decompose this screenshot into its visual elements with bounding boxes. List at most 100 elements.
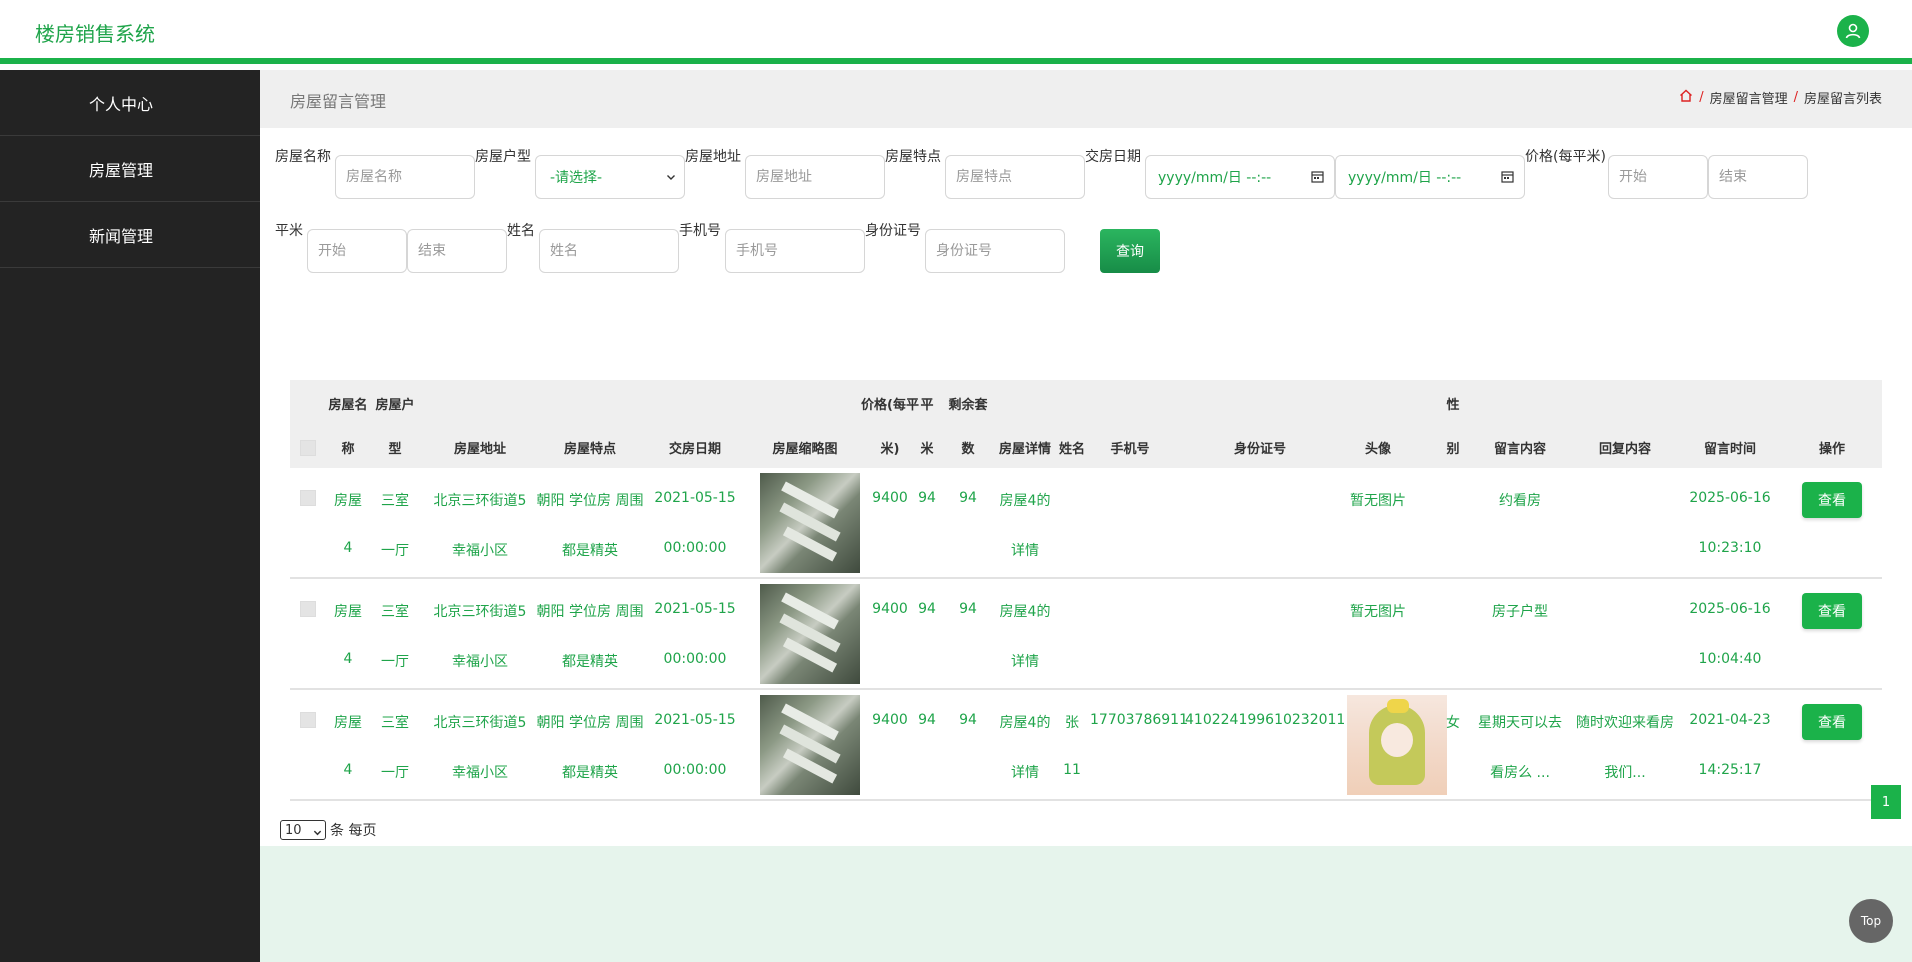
- price-end-input[interactable]: [1708, 155, 1808, 199]
- feature-input[interactable]: [945, 155, 1085, 199]
- view-button[interactable]: 查看: [1802, 482, 1862, 518]
- cell-type: 三室: [381, 493, 409, 509]
- pagination-page-1[interactable]: 1: [1871, 785, 1901, 819]
- chevron-down-icon: [313, 826, 322, 841]
- row-checkbox[interactable]: [300, 490, 316, 506]
- sidebar-item-house-management[interactable]: 房屋管理: [0, 136, 260, 202]
- home-icon[interactable]: [1679, 89, 1693, 106]
- cell-reply: 我们...: [1604, 765, 1646, 781]
- calendar-icon[interactable]: [1311, 170, 1324, 187]
- address-input[interactable]: [745, 155, 885, 199]
- user-avatar[interactable]: [1347, 695, 1447, 795]
- cell-detail: 详情: [1011, 654, 1039, 670]
- breadcrumb-separator: /: [1699, 90, 1704, 105]
- house-type-value: -请选择-: [550, 170, 603, 186]
- col-phone: 手机号: [1110, 442, 1150, 457]
- house-type-select[interactable]: -请选择-: [535, 155, 685, 199]
- delivery-date-end[interactable]: yyyy/mm/日 --:--: [1335, 155, 1525, 199]
- cell-date: 2021-05-15: [654, 712, 736, 728]
- breadcrumb: / 房屋留言管理 / 房屋留言列表: [1679, 88, 1882, 107]
- area-start-input[interactable]: [307, 229, 407, 273]
- col-gender-top: 性: [1446, 398, 1460, 413]
- cell-time: 2025-06-16: [1689, 601, 1771, 617]
- table-row: 房屋 4 三室 一厅 北京三环街道5 幸福小区 朝阳 学位房 周围 都是精英 2…: [290, 468, 1882, 579]
- cell-message: 看房么 ...: [1490, 765, 1550, 781]
- sidebar-item-news-management[interactable]: 新闻管理: [0, 202, 260, 268]
- sidebar-item-personal-center[interactable]: 个人中心: [0, 70, 260, 136]
- name-label: 姓名: [507, 223, 535, 239]
- id-card-input[interactable]: [925, 229, 1065, 273]
- content-panel: 房屋名称 房屋户型 -请选择- 房屋地址 房屋特点 交房日期 yyyy/mm/日…: [260, 128, 1912, 846]
- breadcrumb-item[interactable]: 房屋留言管理: [1710, 88, 1788, 107]
- view-button[interactable]: 查看: [1802, 704, 1862, 740]
- table-row: 房屋 4 三室 一厅 北京三环街道5 幸福小区 朝阳 学位房 周围 都是精英 2…: [290, 690, 1882, 801]
- delivery-date-start[interactable]: yyyy/mm/日 --:--: [1145, 155, 1335, 199]
- cell-type: 三室: [381, 715, 409, 731]
- area-label: 平米: [275, 223, 303, 239]
- house-name-label: 房屋名称: [275, 149, 331, 165]
- cell-message: 星期天可以去: [1478, 715, 1562, 731]
- cell-type: 三室: [381, 604, 409, 620]
- cell-time: 14:25:17: [1698, 762, 1762, 778]
- cell-message: 房子户型: [1492, 604, 1548, 620]
- area-end-input[interactable]: [407, 229, 507, 273]
- user-icon[interactable]: [1837, 15, 1869, 47]
- col-avatar: 头像: [1364, 442, 1391, 457]
- house-thumbnail[interactable]: [760, 695, 860, 795]
- cell-date: 00:00:00: [663, 651, 727, 667]
- select-all-checkbox[interactable]: [300, 440, 316, 456]
- cell-feature: 都是精英: [562, 543, 618, 559]
- back-to-top-button[interactable]: Top: [1849, 899, 1893, 943]
- cell-feature: 都是精英: [562, 765, 618, 781]
- phone-input[interactable]: [725, 229, 865, 273]
- house-name-input[interactable]: [335, 155, 475, 199]
- cell-date: 00:00:00: [663, 762, 727, 778]
- col-type-bottom: 型: [388, 442, 402, 457]
- cell-address: 幸福小区: [452, 765, 508, 781]
- phone-label: 手机号: [679, 223, 721, 239]
- price-start-input[interactable]: [1608, 155, 1708, 199]
- sidebar: 个人中心 房屋管理 新闻管理: [0, 70, 260, 962]
- breadcrumb-item: 房屋留言列表: [1803, 92, 1882, 107]
- table-row: 房屋 4 三室 一厅 北京三环街道5 幸福小区 朝阳 学位房 周围 都是精英 2…: [290, 579, 1882, 690]
- main-area: 房屋留言管理 / 房屋留言管理 / 房屋留言列表 房屋名称 房屋户型 -请选择-…: [260, 70, 1912, 962]
- cell-date: 00:00:00: [663, 540, 727, 556]
- cell-date: 2021-05-15: [654, 490, 736, 506]
- house-thumbnail[interactable]: [760, 584, 860, 684]
- cell-time: 10:23:10: [1698, 540, 1762, 556]
- col-uname: 姓名: [1058, 442, 1085, 457]
- feature-label: 房屋特点: [885, 149, 941, 165]
- calendar-icon[interactable]: [1501, 170, 1514, 187]
- cell-detail: 房屋4的: [999, 493, 1051, 509]
- cell-address: 北京三环街道5: [433, 604, 527, 620]
- view-button[interactable]: 查看: [1802, 593, 1862, 629]
- cell-address: 幸福小区: [452, 654, 508, 670]
- date-start-value: yyyy/mm/日 --:--: [1158, 170, 1272, 186]
- page-size-select[interactable]: 10: [280, 820, 326, 840]
- id-card-label: 身份证号: [865, 223, 921, 239]
- cell-reply: 随时欢迎来看房: [1576, 715, 1674, 731]
- col-message: 留言内容: [1493, 442, 1546, 457]
- col-gender-bottom: 别: [1446, 442, 1460, 457]
- col-type-top: 房屋户: [375, 398, 415, 413]
- cell-address: 北京三环街道5: [433, 493, 527, 509]
- date-end-value: yyyy/mm/日 --:--: [1348, 170, 1462, 186]
- name-input[interactable]: [539, 229, 679, 273]
- breadcrumb-separator: /: [1793, 90, 1798, 105]
- cell-avatar: 暂无图片: [1350, 493, 1406, 509]
- page-size-value: 10: [285, 822, 302, 838]
- sidebar-item-label: 个人中心: [89, 94, 154, 114]
- sidebar-item-label: 房屋管理: [89, 160, 154, 180]
- house-thumbnail[interactable]: [760, 473, 860, 573]
- table-header: 房屋名 称 房屋户 型 房屋地址 房屋特点 交房日期 房屋缩略图 价格(每平 米…: [290, 380, 1882, 468]
- row-checkbox[interactable]: [300, 601, 316, 617]
- col-remain-top: 剩余套: [948, 398, 988, 413]
- row-checkbox[interactable]: [300, 712, 316, 728]
- col-address: 房屋地址: [453, 442, 506, 457]
- chevron-down-icon: [666, 170, 676, 186]
- cell-phone: 17703786911: [1090, 712, 1188, 728]
- query-button[interactable]: 查询: [1100, 229, 1160, 273]
- cell-gender: 女: [1446, 715, 1460, 731]
- cell-address: 北京三环街道5: [433, 715, 527, 731]
- app-title: 楼房销售系统: [35, 22, 155, 46]
